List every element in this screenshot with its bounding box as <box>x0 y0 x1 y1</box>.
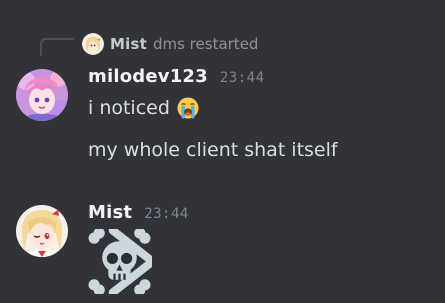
reply-reference[interactable]: Mist dms restarted <box>82 33 258 55</box>
reply-text[interactable]: dms restarted <box>153 35 258 53</box>
username-milodev[interactable]: milodev123 <box>88 66 208 87</box>
avatar-mist[interactable] <box>16 205 68 257</box>
reply-spine <box>40 38 74 56</box>
reply-author[interactable]: Mist <box>110 35 147 53</box>
timestamp[interactable]: 23:44 <box>144 206 189 222</box>
message-header-mist: Mist 23:44 <box>88 202 189 223</box>
chat-view: Mist dms restarted milodev123 23:44 i no… <box>0 0 445 303</box>
message-header-milodev: milodev123 23:44 <box>88 66 265 87</box>
avatar-milodev[interactable] <box>16 69 68 121</box>
loudly-crying-face-icon[interactable] <box>176 96 200 120</box>
message-text-line-1: i noticed <box>88 96 200 120</box>
skull-and-crossbones-icon[interactable] <box>87 226 156 297</box>
message-text: i noticed <box>88 97 170 119</box>
timestamp[interactable]: 23:44 <box>220 70 265 86</box>
message-text: my whole client shat itself <box>88 139 338 161</box>
message-text-line-2: my whole client shat itself <box>88 139 338 161</box>
username-mist[interactable]: Mist <box>88 202 132 223</box>
reply-avatar[interactable] <box>82 33 104 55</box>
